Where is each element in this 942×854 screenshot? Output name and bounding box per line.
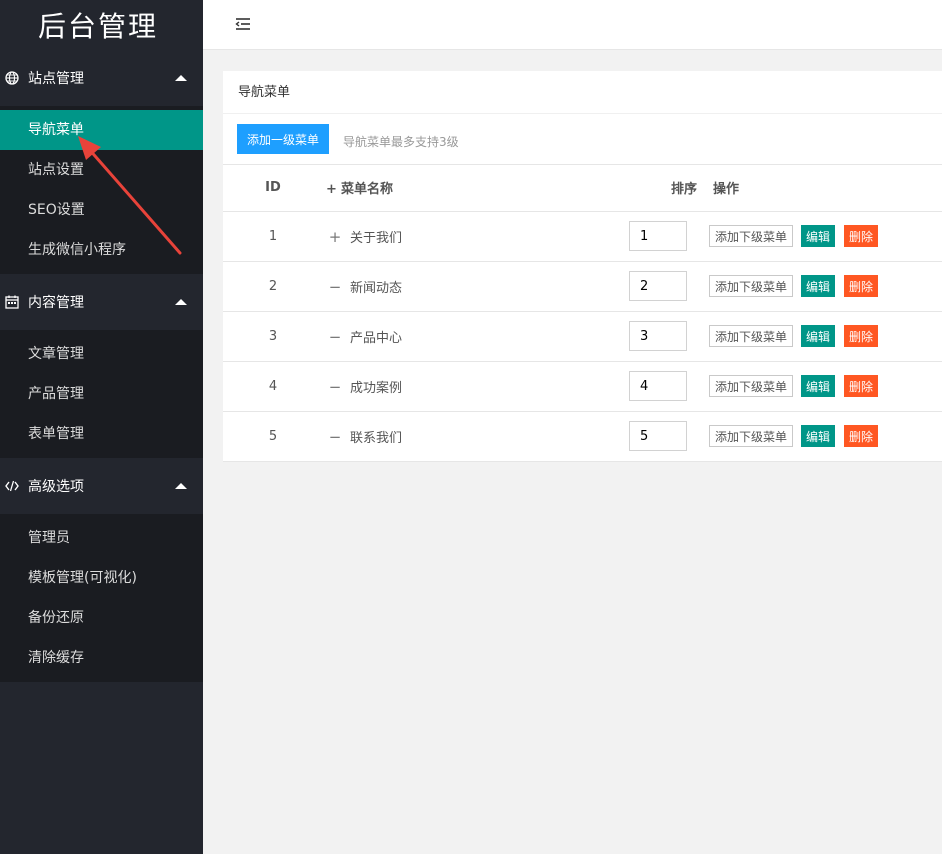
- row-name: 新闻动态: [350, 280, 403, 296]
- row-id: 5: [223, 411, 323, 462]
- menu-table: ID +菜单名称 排序 操作 1 +关于我们 添加下级菜单编辑删除 2 −新闻动…: [223, 165, 942, 462]
- code-icon: [4, 478, 20, 494]
- sidebar-group-site[interactable]: 站点管理: [0, 50, 203, 106]
- row-sort-cell: [623, 211, 703, 262]
- add-child-menu-button[interactable]: 添加下级菜单: [709, 275, 794, 297]
- delete-button[interactable]: 删除: [844, 275, 879, 297]
- calendar-icon: [4, 294, 20, 310]
- add-child-menu-button[interactable]: 添加下级菜单: [709, 425, 794, 447]
- row-actions: 添加下级菜单 编辑 删除: [703, 261, 942, 312]
- row-sort-cell: [623, 361, 703, 412]
- sidebar-group-label: 站点管理: [28, 71, 84, 87]
- top-header: [203, 0, 942, 50]
- card-toolbar: 添加一级菜单 导航菜单最多支持3级: [223, 114, 942, 165]
- row-id: 4: [223, 361, 323, 412]
- hint-text: 导航菜单最多支持3级: [343, 134, 459, 149]
- col-header-sort: 排序: [623, 165, 703, 212]
- edit-button[interactable]: 编辑: [801, 325, 836, 347]
- tree-toggle-icon[interactable]: +: [326, 228, 344, 246]
- table-row: 4 −成功案例 添加下级菜单编辑删除: [223, 361, 942, 412]
- row-id: 3: [223, 311, 323, 362]
- nav-menu-card: 导航菜单 添加一级菜单 导航菜单最多支持3级 ID + 菜单名称 排序 操作 1 …: [223, 71, 942, 462]
- col-header-id: ID: [223, 165, 323, 212]
- row-name: 联系我们: [350, 430, 403, 446]
- row-name-cell: − 产品中心: [323, 311, 623, 362]
- edit-button[interactable]: 编辑: [801, 425, 836, 447]
- sort-input[interactable]: [629, 421, 687, 451]
- row-id: 2: [223, 261, 323, 312]
- sidebar-item-site-settings[interactable]: 站点设置: [0, 150, 203, 190]
- row-name: 关于我们: [350, 230, 403, 246]
- tree-toggle-icon[interactable]: −: [326, 328, 344, 346]
- sort-input[interactable]: [629, 271, 687, 301]
- sort-input[interactable]: [629, 321, 687, 351]
- row-actions: 添加下级菜单 编辑 删除: [703, 361, 942, 412]
- sidebar-group-label: 高级选项: [28, 479, 84, 495]
- sidebar-item-nav-menu[interactable]: 导航菜单: [0, 110, 203, 150]
- caret-up-icon: [175, 75, 187, 81]
- add-child-menu-button[interactable]: 添加下级菜单: [709, 375, 794, 397]
- delete-button[interactable]: 删除: [844, 225, 879, 247]
- sidebar-group-label: 内容管理: [28, 295, 84, 311]
- table-row: 5 −联系我们 添加下级菜单编辑删除: [223, 411, 942, 462]
- sidebar-item-clear-cache[interactable]: 清除缓存: [0, 638, 203, 678]
- add-child-menu-button[interactable]: 添加下级菜单: [709, 225, 794, 247]
- tree-toggle-icon[interactable]: −: [326, 278, 344, 296]
- add-child-menu-button[interactable]: 添加下级菜单: [709, 325, 794, 347]
- row-name: 成功案例: [350, 380, 403, 396]
- tree-toggle-icon[interactable]: −: [326, 378, 344, 396]
- row-name-cell: + 关于我们: [323, 211, 623, 262]
- sidebar-group-content[interactable]: 内容管理: [0, 274, 203, 330]
- row-name-cell: − 新闻动态: [323, 261, 623, 312]
- sort-input[interactable]: [629, 371, 687, 401]
- row-actions: 添加下级菜单 编辑 删除: [703, 411, 942, 462]
- sidebar-group-items: 导航菜单 站点设置 SEO设置 生成微信小程序: [0, 106, 203, 274]
- delete-button[interactable]: 删除: [844, 325, 879, 347]
- sidebar-group-items: 管理员 模板管理(可视化) 备份还原 清除缓存: [0, 514, 203, 682]
- table-row: 2 −新闻动态 添加下级菜单编辑删除: [223, 261, 942, 312]
- caret-up-icon: [175, 483, 187, 489]
- row-sort-cell: [623, 311, 703, 362]
- delete-button[interactable]: 删除: [844, 425, 879, 447]
- edit-button[interactable]: 编辑: [801, 275, 836, 297]
- sidebar-group-advanced[interactable]: 高级选项: [0, 458, 203, 514]
- sort-input[interactable]: [629, 221, 687, 251]
- table-header-row: ID + 菜单名称 排序 操作: [223, 165, 942, 212]
- caret-up-icon: [175, 299, 187, 305]
- sidebar-item-products[interactable]: 产品管理: [0, 374, 203, 414]
- sidebar-group-items: 文章管理 产品管理 表单管理: [0, 330, 203, 458]
- menu-fold-icon[interactable]: [233, 14, 253, 34]
- col-header-name: + 菜单名称: [323, 165, 623, 212]
- card-title: 导航菜单: [223, 71, 942, 114]
- row-actions: 添加下级菜单 编辑 删除: [703, 311, 942, 362]
- app-logo: 后台管理: [0, 0, 203, 50]
- sidebar-item-forms[interactable]: 表单管理: [0, 414, 203, 454]
- row-name-cell: − 成功案例: [323, 361, 623, 412]
- row-sort-cell: [623, 411, 703, 462]
- table-row: 3 −产品中心 添加下级菜单编辑删除: [223, 311, 942, 362]
- row-actions: 添加下级菜单 编辑 删除: [703, 211, 942, 262]
- sidebar-item-miniprogram[interactable]: 生成微信小程序: [0, 230, 203, 270]
- sidebar-item-admins[interactable]: 管理员: [0, 518, 203, 558]
- tree-toggle-icon[interactable]: −: [326, 428, 344, 446]
- row-sort-cell: [623, 261, 703, 312]
- table-row: 1 + 关于我们 添加下级菜单编辑删除: [223, 211, 942, 262]
- sidebar-item-backup[interactable]: 备份还原: [0, 598, 203, 638]
- row-name-cell: − 联系我们: [323, 411, 623, 462]
- globe-icon: [4, 70, 20, 86]
- col-header-op: 操作: [703, 165, 942, 212]
- sidebar: 后台管理 站点管理 导航菜单 站点设置 SEO设置 生成微信小程序 内容管理 文…: [0, 0, 203, 854]
- row-name: 产品中心: [350, 330, 403, 346]
- sidebar-item-articles[interactable]: 文章管理: [0, 334, 203, 374]
- sidebar-item-seo[interactable]: SEO设置: [0, 190, 203, 230]
- col-header-name-label: 菜单名称: [341, 182, 394, 198]
- edit-button[interactable]: 编辑: [801, 375, 836, 397]
- delete-button[interactable]: 删除: [844, 375, 879, 397]
- expand-all-icon[interactable]: +: [326, 182, 337, 197]
- add-top-menu-button[interactable]: 添加一级菜单: [237, 124, 330, 154]
- row-id: 1: [223, 211, 323, 262]
- sidebar-item-templates[interactable]: 模板管理(可视化): [0, 558, 203, 598]
- edit-button[interactable]: 编辑: [801, 225, 836, 247]
